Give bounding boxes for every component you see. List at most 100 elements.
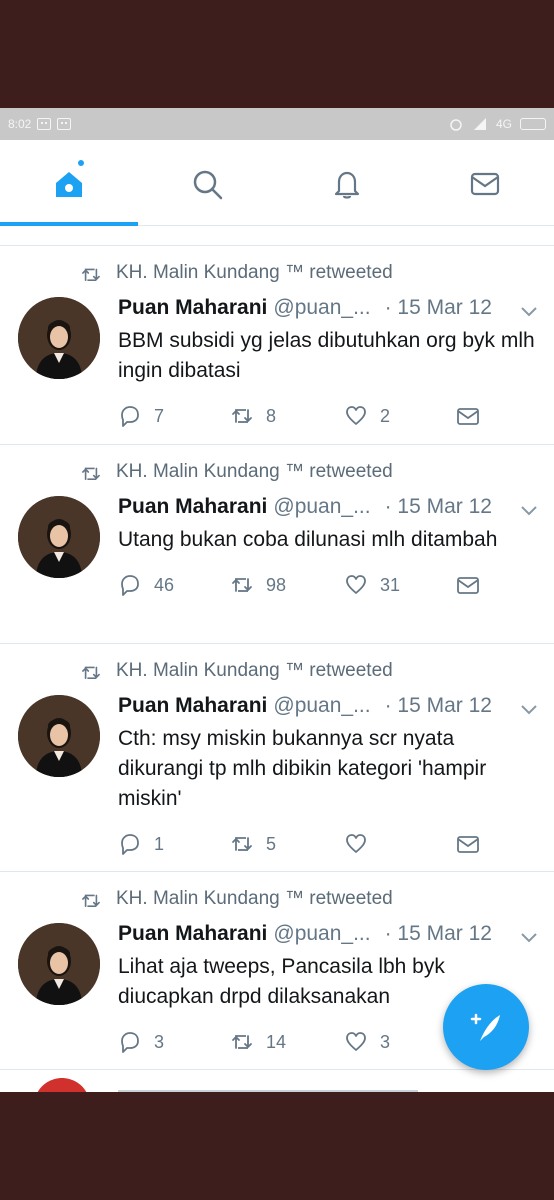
retweeted-by-label: KH. Malin Kundang ™ retweeted [116, 888, 393, 909]
compose-tweet-icon [470, 1013, 500, 1041]
retweet-count: 14 [266, 1031, 287, 1052]
retweet-button[interactable]: 98 [230, 573, 286, 597]
retweet-icon [232, 1035, 252, 1049]
avatar[interactable] [18, 496, 100, 578]
retweet-icon [232, 578, 252, 592]
reply-count: 3 [154, 1031, 165, 1052]
reply-button[interactable]: 7 [118, 404, 164, 428]
tab-messages[interactable] [465, 164, 505, 204]
tweet-actions: 15 [118, 832, 518, 860]
retweet-count: 8 [266, 405, 277, 426]
tweet[interactable]: KH. Malin Kundang ™ retweeted Puan Mahara… [0, 644, 554, 872]
avatar-photo [18, 496, 100, 578]
tab-notifications[interactable] [327, 164, 367, 204]
blackberry-messenger-icon [37, 118, 52, 130]
chevron-down-icon[interactable] [520, 704, 538, 716]
tweet[interactable]: KH. Malin Kundang ™ retweeted Puan Mahara… [0, 246, 554, 445]
reply-icon [121, 834, 139, 855]
retweet-small-icon [82, 467, 100, 481]
mail-icon [470, 172, 500, 196]
tweet-header: Puan Maharani @puan_... · 15 Mar 12 [118, 296, 492, 320]
author-handle[interactable]: @puan_... [273, 296, 370, 320]
status-time: 8:02 [8, 117, 32, 131]
tweet-text: Cth: msy miskin bukannya scr nyata dikur… [118, 727, 487, 810]
retweet-context[interactable]: KH. Malin Kundang ™ retweeted [80, 262, 393, 284]
author-name[interactable]: Puan Maharani [118, 495, 267, 519]
tweet-header: Puan Maharani @puan_... · 15 Mar 12 [118, 922, 492, 946]
avatar[interactable] [18, 923, 100, 1005]
retweet-button[interactable]: 5 [230, 832, 276, 856]
author-name[interactable]: Puan Maharani [118, 296, 267, 320]
retweeted-by-label: KH. Malin Kundang ™ retweeted [116, 660, 393, 681]
mail-icon [457, 408, 479, 425]
partial-next-tweet [0, 1066, 554, 1092]
retweeted-by-label: KH. Malin Kundang ™ retweeted [116, 262, 393, 283]
heart-icon [346, 834, 366, 853]
new-content-dot [78, 160, 84, 166]
chevron-down-icon[interactable] [520, 932, 538, 944]
author-handle[interactable]: @puan_... [273, 694, 370, 718]
retweet-small-icon [82, 268, 100, 282]
retweet-button[interactable]: 8 [230, 404, 276, 428]
alarm-icon [450, 119, 462, 131]
tab-home[interactable] [49, 164, 89, 204]
tweet-actions: 46 98 31 [118, 573, 518, 601]
reply-icon [121, 406, 139, 427]
tab-search[interactable] [187, 164, 227, 204]
retweet-context[interactable]: KH. Malin Kundang ™ retweeted [80, 888, 393, 910]
retweet-context[interactable]: KH. Malin Kundang ™ retweeted [80, 461, 393, 483]
avatar[interactable] [18, 297, 100, 379]
phone-screen: 8:02 4G KH. Malin Kundang ™ retweeted Pu… [0, 108, 554, 1092]
like-count: 2 [380, 405, 391, 426]
author-name[interactable]: Puan Maharani [118, 922, 267, 946]
tweet-date[interactable]: · 15 Mar 12 [385, 296, 492, 320]
reply-count: 1 [154, 833, 165, 854]
home-icon [56, 172, 82, 197]
direct-message-button[interactable] [456, 404, 492, 428]
avatar[interactable] [18, 695, 100, 777]
tweet-date[interactable]: · 15 Mar 12 [385, 922, 492, 946]
reply-button[interactable]: 46 [118, 573, 174, 597]
author-name[interactable]: Puan Maharani [118, 694, 267, 718]
tweet-text: Utang bukan coba dilunasi mlh ditambah [118, 528, 498, 551]
retweet-button[interactable]: 14 [230, 1030, 286, 1054]
avatar-photo [18, 695, 100, 777]
reply-button[interactable]: 3 [118, 1030, 164, 1054]
timeline: KH. Malin Kundang ™ retweeted Puan Mahara… [0, 246, 554, 1070]
active-tab-indicator [0, 222, 138, 226]
chevron-down-icon[interactable] [520, 505, 538, 517]
like-count: 3 [380, 1031, 391, 1052]
retweeted-by-label: KH. Malin Kundang ™ retweeted [116, 461, 393, 482]
status-bar: 8:02 4G [0, 108, 554, 140]
tweet[interactable]: KH. Malin Kundang ™ retweeted Puan Mahara… [0, 445, 554, 644]
tab-bar [0, 140, 554, 226]
search-icon [193, 170, 223, 200]
like-button[interactable]: 31 [344, 573, 400, 597]
like-button[interactable]: 3 [344, 1030, 390, 1054]
retweet-context[interactable]: KH. Malin Kundang ™ retweeted [80, 660, 393, 682]
reply-icon [121, 575, 139, 596]
author-handle[interactable]: @puan_... [273, 922, 370, 946]
timeline-gap [0, 226, 554, 246]
compose-tweet-button[interactable] [443, 984, 529, 1070]
battery-icon [520, 118, 546, 130]
chevron-down-icon[interactable] [520, 306, 538, 318]
author-handle[interactable]: @puan_... [273, 495, 370, 519]
like-count: 31 [380, 574, 401, 595]
tweet-header: Puan Maharani @puan_... · 15 Mar 12 [118, 694, 492, 718]
reply-button[interactable]: 1 [118, 832, 164, 856]
heart-icon [346, 575, 366, 594]
tweet-date[interactable]: · 15 Mar 12 [385, 694, 492, 718]
bell-icon [334, 171, 360, 199]
like-button[interactable] [344, 832, 380, 856]
retweet-small-icon [82, 894, 100, 908]
tweet-header: Puan Maharani @puan_... · 15 Mar 12 [118, 495, 492, 519]
signal-icon [473, 118, 486, 130]
heart-icon [346, 1032, 366, 1051]
network-type: 4G [495, 117, 512, 131]
like-button[interactable]: 2 [344, 404, 390, 428]
direct-message-button[interactable] [456, 832, 492, 856]
direct-message-button[interactable] [456, 573, 492, 597]
blackberry-messenger-icon [57, 118, 72, 130]
tweet-date[interactable]: · 15 Mar 12 [385, 495, 492, 519]
